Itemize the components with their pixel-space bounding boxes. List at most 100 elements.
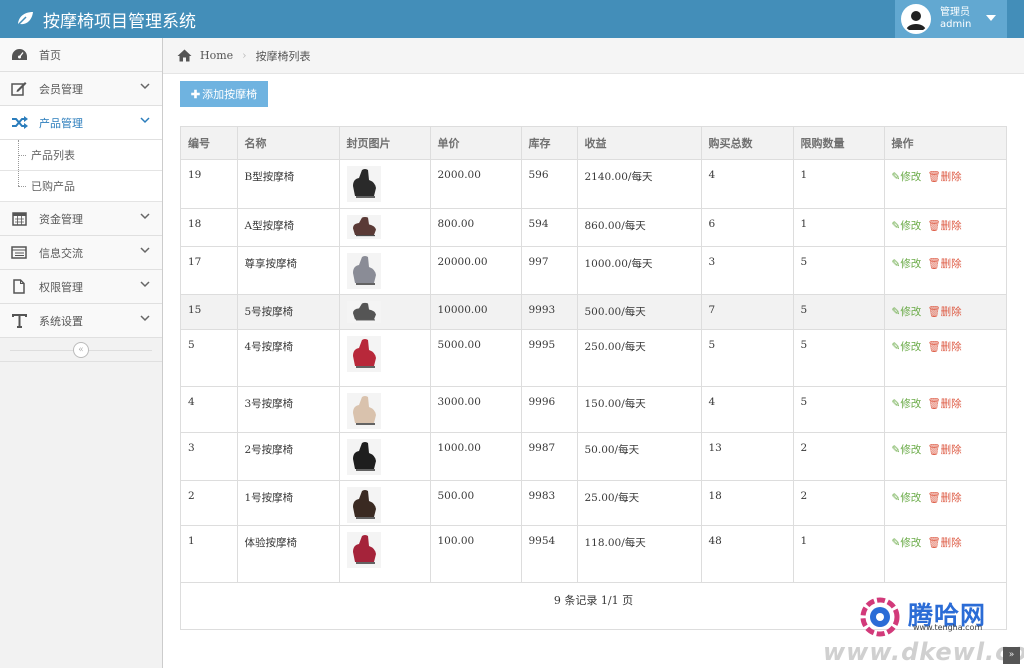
sidebar-item-label: 系统设置 (39, 314, 83, 328)
cell-name: B型按摩椅 (237, 159, 340, 209)
cell-income: 250.00/每天 (577, 329, 702, 387)
pencil-icon: ✎ (891, 443, 901, 456)
brand[interactable]: 按摩椅项目管理系统 (16, 6, 196, 32)
chevron-right-icon: › (242, 49, 247, 62)
cell-name: 3号按摩椅 (237, 386, 340, 433)
user-role: 管理员 (940, 7, 970, 18)
cell-stock: 9954 (521, 525, 578, 583)
edit-button[interactable]: ✎修改 (892, 220, 922, 232)
table-row: 4 3号按摩椅 3000.00 9996 150.00/每天 4 5 ✎修改 🗑删除 (181, 386, 1006, 433)
delete-button[interactable]: 🗑删除 (927, 398, 961, 410)
actions-cell: ✎修改 🗑删除 (884, 386, 1006, 433)
cell-limit: 5 (793, 329, 885, 387)
sidebar-subitem-label: 已购产品 (31, 180, 75, 193)
sidebar-item-products[interactable]: 产品管理 (0, 106, 162, 140)
cell-price: 2000.00 (430, 159, 522, 209)
cover-image-cell (339, 386, 431, 433)
cell-limit: 1 (793, 159, 885, 209)
sidebar-item-funds[interactable]: 资金管理 (0, 202, 162, 236)
edit-button[interactable]: ✎修改 (892, 398, 922, 410)
sidebar-item-label: 产品管理 (39, 116, 83, 130)
breadcrumb-home[interactable]: Home (200, 49, 233, 62)
col-header: 库存 (521, 127, 578, 160)
breadcrumb-current: 按摩椅列表 (255, 49, 311, 63)
edit-label: 修改 (900, 257, 922, 270)
edit-button[interactable]: ✎修改 (892, 306, 922, 318)
cell-name: 2号按摩椅 (237, 432, 340, 481)
cell-id: 19 (181, 159, 238, 209)
cell-id: 18 (181, 208, 238, 247)
cover-image-cell (339, 432, 431, 481)
delete-button[interactable]: 🗑删除 (927, 444, 961, 456)
delete-label: 删除 (940, 340, 962, 353)
cover-image-cell (339, 246, 431, 295)
sidebar-item-members[interactable]: 会员管理 (0, 72, 162, 106)
cell-income: 25.00/每天 (577, 480, 702, 526)
cell-income: 2140.00/每天 (577, 159, 702, 209)
trash-icon: 🗑 (927, 397, 941, 410)
delete-button[interactable]: 🗑删除 (927, 306, 961, 318)
chevron-down-icon (140, 315, 150, 322)
edit-button[interactable]: ✎修改 (892, 444, 922, 456)
delete-button[interactable]: 🗑删除 (927, 492, 961, 504)
col-header: 限购数量 (793, 127, 885, 160)
chair-thumbnail (346, 531, 381, 568)
cell-id: 15 (181, 294, 238, 330)
delete-button[interactable]: 🗑删除 (927, 220, 961, 232)
cell-total: 6 (701, 208, 794, 247)
cell-price: 500.00 (430, 480, 522, 526)
delete-label: 删除 (940, 257, 962, 270)
cell-stock: 997 (521, 246, 578, 295)
sidebar: 首页 会员管理 产品管理 产品列表 已购产品 资金管理 信息交流 权限管理 系统… (0, 38, 163, 668)
pencil-icon: ✎ (891, 491, 901, 504)
sidebar-item-messages[interactable]: 信息交流 (0, 236, 162, 270)
cell-limit: 1 (793, 525, 885, 583)
table-row: 19 B型按摩椅 2000.00 596 2140.00/每天 4 1 ✎修改 🗑删除 (181, 159, 1006, 209)
cell-price: 3000.00 (430, 386, 522, 433)
scroll-top-button[interactable]: » (1003, 647, 1020, 664)
sidebar-item-label: 信息交流 (39, 246, 83, 260)
actions-cell: ✎修改 🗑删除 (884, 208, 1006, 247)
sidebar-subitem-product-list[interactable]: 产品列表 (0, 140, 162, 171)
edit-button[interactable]: ✎修改 (892, 341, 922, 353)
edit-icon (9, 79, 29, 99)
table-row: 5 4号按摩椅 5000.00 9995 250.00/每天 5 5 ✎修改 🗑删除 (181, 329, 1006, 387)
user-menu[interactable]: 管理员 admin (895, 0, 1007, 38)
sidebar-subitem-label: 产品列表 (31, 149, 75, 162)
delete-button[interactable]: 🗑删除 (927, 258, 961, 270)
sidebar-subitem-purchased[interactable]: 已购产品 (0, 171, 162, 202)
pencil-icon: ✎ (891, 305, 901, 318)
cell-stock: 594 (521, 208, 578, 247)
cell-limit: 2 (793, 480, 885, 526)
cell-name: 4号按摩椅 (237, 329, 340, 387)
delete-button[interactable]: 🗑删除 (927, 171, 961, 183)
edit-button[interactable]: ✎修改 (892, 537, 922, 549)
edit-button[interactable]: ✎修改 (892, 258, 922, 270)
delete-label: 删除 (940, 305, 962, 318)
cell-income: 500.00/每天 (577, 294, 702, 330)
delete-button[interactable]: 🗑删除 (927, 341, 961, 353)
add-chair-button[interactable]: ✚ 添加按摩椅 (180, 81, 268, 107)
delete-button[interactable]: 🗑删除 (927, 537, 961, 549)
cell-income: 1000.00/每天 (577, 246, 702, 295)
watermark-site: www.tengha.com (913, 623, 983, 632)
sidebar-item-permissions[interactable]: 权限管理 (0, 270, 162, 304)
edit-button[interactable]: ✎修改 (892, 171, 922, 183)
chevron-down-icon (140, 83, 150, 90)
double-angle-left-icon[interactable]: « (73, 342, 89, 358)
sidebar-item-home[interactable]: 首页 (0, 38, 162, 72)
edit-label: 修改 (900, 491, 922, 504)
table-row: 15 5号按摩椅 10000.00 9993 500.00/每天 7 5 ✎修改 🗑删除 (181, 294, 1006, 330)
cover-image-cell (339, 294, 431, 330)
breadcrumb: Home › 按摩椅列表 (163, 38, 1024, 74)
cell-stock: 9987 (521, 432, 578, 481)
sidebar-item-label: 会员管理 (39, 82, 83, 96)
trash-icon: 🗑 (927, 443, 941, 456)
table-row: 18 A型按摩椅 800.00 594 860.00/每天 6 1 ✎修改 🗑删除 (181, 208, 1006, 247)
sidebar-item-settings[interactable]: 系统设置 (0, 304, 162, 338)
edit-button[interactable]: ✎修改 (892, 492, 922, 504)
actions-cell: ✎修改 🗑删除 (884, 480, 1006, 526)
pencil-icon: ✎ (891, 397, 901, 410)
cell-total: 4 (701, 386, 794, 433)
trash-icon: 🗑 (927, 536, 941, 549)
